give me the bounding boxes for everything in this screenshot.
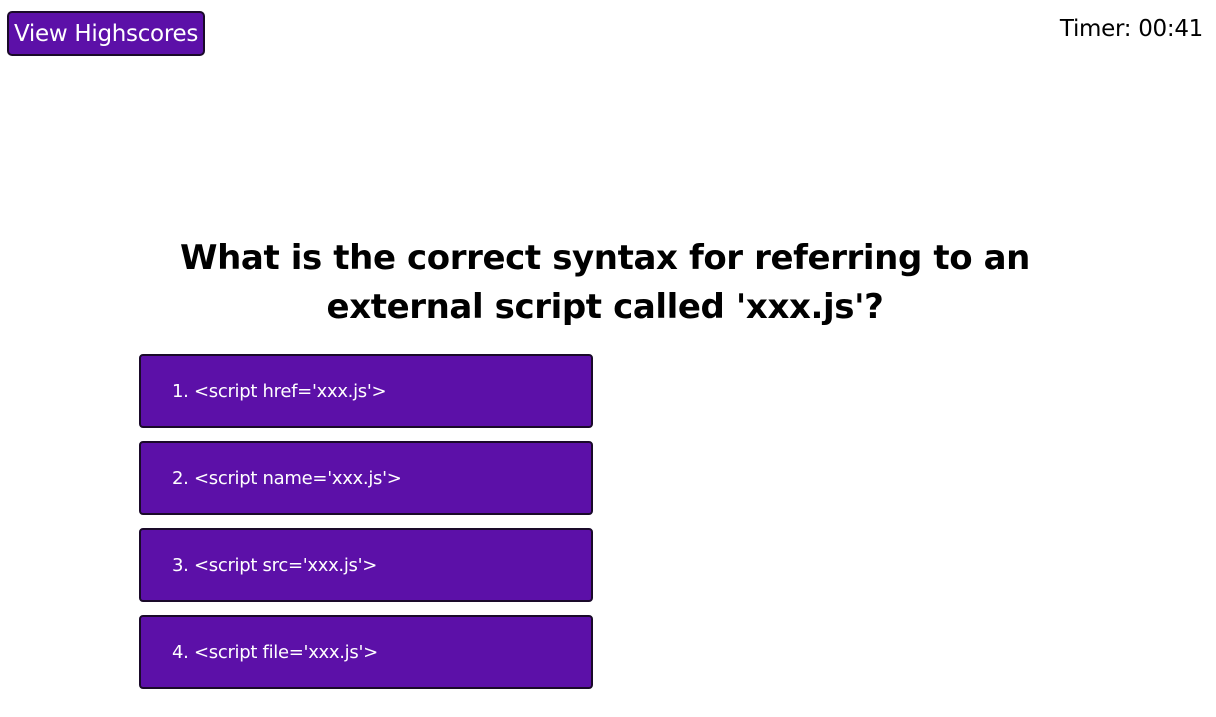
answer-choice-2[interactable]: 2. <script name='xxx.js'> xyxy=(139,441,593,515)
answer-choice-3[interactable]: 3. <script src='xxx.js'> xyxy=(139,528,593,602)
answer-list: 1. <script href='xxx.js'> 2. <script nam… xyxy=(139,354,593,702)
answer-choice-1[interactable]: 1. <script href='xxx.js'> xyxy=(139,354,593,428)
view-highscores-button[interactable]: View Highscores xyxy=(7,11,205,56)
question-title: What is the correct syntax for referring… xyxy=(180,238,1030,327)
timer: Timer: 00:41 xyxy=(1059,16,1203,42)
quiz-page: View Highscores Timer: 00:41 What is the… xyxy=(0,0,1216,717)
answer-choice-4[interactable]: 4. <script file='xxx.js'> xyxy=(139,615,593,689)
